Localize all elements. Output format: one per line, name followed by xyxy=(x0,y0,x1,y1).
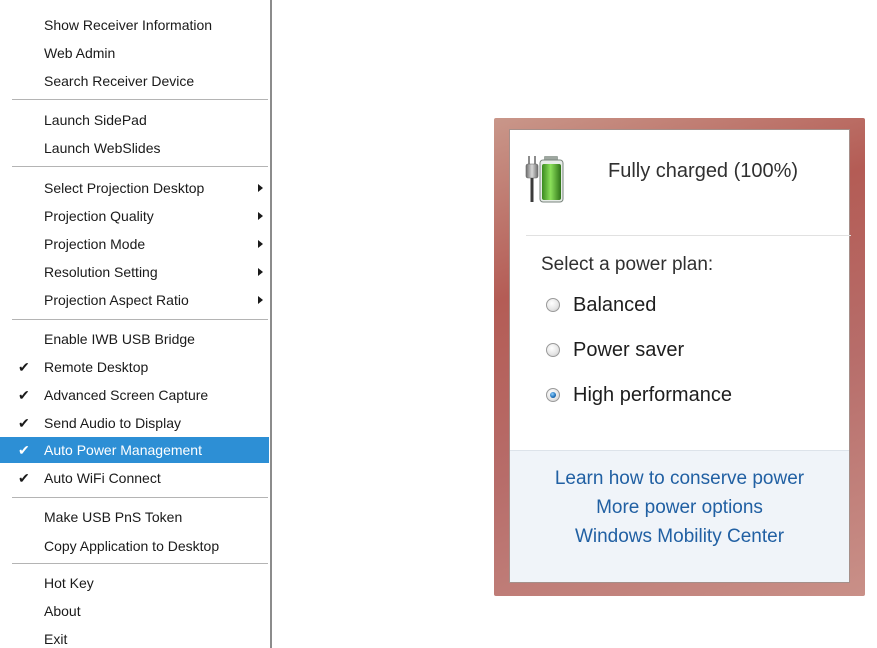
menu-item-web-admin[interactable]: Web Admin xyxy=(0,40,269,66)
power-plan-power-saver[interactable]: Power saver xyxy=(546,337,684,363)
menu-item-label: Resolution Setting xyxy=(44,264,158,280)
menu-item-auto-power-management[interactable]: ✔ Auto Power Management xyxy=(0,437,269,463)
menu-item-make-usb-pns-token[interactable]: Make USB PnS Token xyxy=(0,504,269,530)
power-plan-balanced[interactable]: Balanced xyxy=(546,292,656,318)
menu-item-send-audio-to-display[interactable]: ✔ Send Audio to Display xyxy=(0,410,269,436)
flyout-divider xyxy=(526,235,851,236)
menu-separator xyxy=(12,166,268,167)
power-flyout-panel: Fully charged (100%) Select a power plan… xyxy=(509,129,851,583)
power-plan-label: Power saver xyxy=(573,338,685,361)
menu-separator xyxy=(12,99,268,100)
radio-button[interactable] xyxy=(546,343,560,357)
menu-item-label: Search Receiver Device xyxy=(44,73,195,89)
context-menu: Show Receiver Information Web Admin Sear… xyxy=(0,0,272,648)
radio-button[interactable] xyxy=(546,298,560,312)
menu-item-label: Show Receiver Information xyxy=(44,17,213,33)
menu-item-label: Remote Desktop xyxy=(44,359,149,375)
menu-item-label: Copy Application to Desktop xyxy=(44,538,220,554)
menu-item-hot-key[interactable]: Hot Key xyxy=(0,570,269,596)
battery-status-text: Fully charged (100%) xyxy=(608,160,799,182)
link-conserve-power[interactable]: Learn how to conserve power xyxy=(510,468,849,490)
link-windows-mobility-center[interactable]: Windows Mobility Center xyxy=(510,526,849,548)
power-plan-high-performance[interactable]: High performance xyxy=(546,382,732,408)
menu-item-launch-webslides[interactable]: Launch WebSlides xyxy=(0,135,269,161)
menu-item-label: Launch WebSlides xyxy=(44,140,161,156)
menu-item-label: Select Projection Desktop xyxy=(44,180,205,196)
menu-item-projection-mode[interactable]: Projection Mode xyxy=(0,231,269,257)
menu-separator xyxy=(12,319,268,320)
menu-item-label: Projection Mode xyxy=(44,236,146,252)
menu-item-auto-wifi-connect[interactable]: ✔ Auto WiFi Connect xyxy=(0,465,269,491)
menu-item-remote-desktop[interactable]: ✔ Remote Desktop xyxy=(0,354,269,380)
submenu-arrow-icon xyxy=(258,184,263,192)
menu-item-label: About xyxy=(44,603,81,619)
menu-item-label: Auto WiFi Connect xyxy=(44,470,161,486)
submenu-arrow-icon xyxy=(258,268,263,276)
power-plan-label: High performance xyxy=(573,383,732,406)
menu-item-label: Launch SidePad xyxy=(44,112,147,128)
menu-item-resolution-setting[interactable]: Resolution Setting xyxy=(0,259,269,285)
menu-item-label: Enable IWB USB Bridge xyxy=(44,331,195,347)
submenu-arrow-icon xyxy=(258,240,263,248)
menu-item-search-receiver-device[interactable]: Search Receiver Device xyxy=(0,68,269,94)
submenu-arrow-icon xyxy=(258,296,263,304)
menu-item-label: Auto Power Management xyxy=(44,442,202,458)
menu-item-label: Hot Key xyxy=(44,575,94,591)
menu-item-launch-sidepad[interactable]: Launch SidePad xyxy=(0,107,269,133)
link-more-power-options[interactable]: More power options xyxy=(510,497,849,519)
power-plan-label: Balanced xyxy=(573,293,657,316)
menu-item-select-projection-desktop[interactable]: Select Projection Desktop xyxy=(0,175,269,201)
menu-item-label: Projection Quality xyxy=(44,208,154,224)
menu-item-label: Exit xyxy=(44,631,68,647)
power-flyout-footer: Learn how to conserve power More power o… xyxy=(510,450,849,582)
menu-separator xyxy=(12,497,268,498)
menu-item-label: Web Admin xyxy=(44,45,116,61)
menu-item-enable-iwb-usb-bridge[interactable]: Enable IWB USB Bridge xyxy=(0,326,269,352)
check-icon: ✔ xyxy=(18,442,30,458)
power-flyout: Fully charged (100%) Select a power plan… xyxy=(494,118,865,596)
menu-item-label: Send Audio to Display xyxy=(44,415,181,431)
submenu-arrow-icon xyxy=(258,212,263,220)
radio-button[interactable] xyxy=(546,388,560,402)
battery-plug-icon xyxy=(525,156,564,203)
menu-item-label: Advanced Screen Capture xyxy=(44,387,209,403)
menu-item-show-receiver-information[interactable]: Show Receiver Information xyxy=(0,12,269,38)
check-icon: ✔ xyxy=(18,470,30,486)
menu-item-label: Make USB PnS Token xyxy=(44,509,183,525)
power-plan-heading: Select a power plan: xyxy=(541,254,714,275)
menu-item-label: Projection Aspect Ratio xyxy=(44,292,189,308)
menu-item-exit[interactable]: Exit xyxy=(0,626,269,648)
menu-item-about[interactable]: About xyxy=(0,598,269,624)
menu-item-projection-aspect-ratio[interactable]: Projection Aspect Ratio xyxy=(0,287,269,313)
check-icon: ✔ xyxy=(18,359,30,375)
check-icon: ✔ xyxy=(18,415,30,431)
menu-separator xyxy=(12,563,268,564)
menu-item-projection-quality[interactable]: Projection Quality xyxy=(0,203,269,229)
menu-item-copy-application-to-desktop[interactable]: Copy Application to Desktop xyxy=(0,533,269,559)
check-icon: ✔ xyxy=(18,387,30,403)
menu-item-advanced-screen-capture[interactable]: ✔ Advanced Screen Capture xyxy=(0,382,269,408)
